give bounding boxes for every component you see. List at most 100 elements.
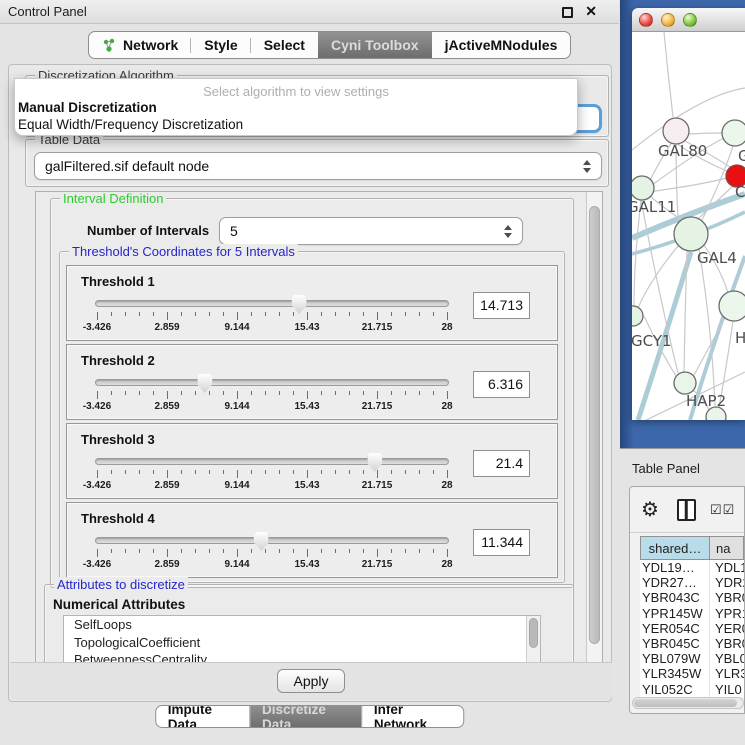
table-row[interactable]: YIL052CYIL0 [640,682,744,697]
slider-track[interactable] [95,379,449,386]
algorithm-option-equal-width[interactable]: Equal Width/Frequency Discretization [15,116,577,133]
threshold-value-field[interactable]: 14.713 [473,292,530,319]
tick-mark [391,549,392,553]
tick-mark [447,470,448,478]
tick-mark [405,312,406,316]
float-window-icon[interactable] [562,7,573,18]
node-partial-g[interactable] [722,120,745,146]
cell-shared-name[interactable]: YBL079W [640,651,710,666]
tick-mark [405,470,406,474]
cell-shared-name[interactable]: YBR043C [640,590,710,605]
table-row[interactable]: YLR345WYLR3 [640,666,744,681]
cell-name[interactable]: YBR0 [710,636,744,651]
tab-select[interactable]: Select [251,32,318,58]
cell-name[interactable]: YDR2 [710,575,744,590]
cell-name[interactable]: YPR1 [710,606,744,621]
cell-shared-name[interactable]: YDL19… [640,560,710,575]
tick-mark [153,549,154,553]
table-row[interactable]: YBR043CYBR0 [640,590,744,605]
zoom-traffic-light-icon[interactable] [683,13,697,27]
threshold-slider[interactable]: -3.4262.8599.14415.4321.71528 [95,298,449,338]
close-traffic-light-icon[interactable] [639,13,653,27]
cell-name[interactable]: YDL1 [710,560,744,575]
tab-infer-network[interactable]: Infer Network [361,706,463,727]
gear-icon[interactable]: ⚙ [641,497,659,522]
node-gal80[interactable] [663,118,689,144]
numerical-attributes-list[interactable]: SelfLoopsTopologicalCoefficientBetweenne… [63,615,541,665]
cell-name[interactable]: YER0 [710,621,744,636]
table-row[interactable]: YBR045CYBR0 [640,636,744,651]
table-row[interactable]: YDR27…YDR2 [640,575,744,590]
table-row[interactable]: YBL079WYBL0 [640,651,744,666]
column-header-name[interactable]: na [710,536,744,560]
tick-label: 2.859 [154,401,179,412]
column-header-shared-name[interactable]: shared… [640,536,710,560]
checkbox-icons[interactable]: ☑☑ [710,502,735,518]
cell-shared-name[interactable]: YBR045C [640,636,710,651]
attributes-scrollbar[interactable] [526,616,540,665]
network-canvas[interactable]: GAL80 G C GAL11 GAL4 GCY1 H HAP2 [632,32,745,420]
table-horizontal-scrollbar[interactable] [632,697,744,709]
tick-label: 9.144 [224,401,249,412]
table-row[interactable]: YER054CYER0 [640,621,744,636]
tick-mark [181,391,182,395]
tick-label: 15.43 [294,401,319,412]
threshold-value-field[interactable]: 11.344 [473,529,530,556]
settings-scrollbar-thumb[interactable] [589,206,600,644]
cell-shared-name[interactable]: YER054C [640,621,710,636]
tab-network[interactable]: Network [89,32,191,58]
node-gal11[interactable] [632,176,654,200]
node-gal4[interactable] [674,217,708,251]
slider-ticks [97,312,447,321]
cell-name[interactable]: YIL0 [710,682,744,697]
close-icon[interactable]: ✕ [585,3,597,20]
slider-track[interactable] [95,458,449,465]
threshold-slider[interactable]: -3.4262.8599.14415.4321.71528 [95,456,449,496]
tick-mark [139,549,140,553]
threshold-slider[interactable]: -3.4262.8599.14415.4321.71528 [95,377,449,417]
table-hscrollbar-thumb[interactable] [634,699,737,707]
threshold-value-field[interactable]: 21.4 [473,450,530,477]
settings-vertical-scrollbar[interactable] [586,192,602,664]
tick-mark [139,312,140,316]
cell-shared-name[interactable]: YPR145W [640,606,710,621]
threshold-value-field[interactable]: 6.316 [473,371,530,398]
algorithm-option-manual[interactable]: Manual Discretization [15,99,577,116]
table-data-combobox[interactable]: galFiltered.sif default node [34,152,602,180]
cell-name[interactable]: YLR3 [710,666,744,681]
numerical-attribute-item[interactable]: TopologicalCoefficient [64,634,540,652]
tab-impute-data[interactable]: Impute Data [156,706,249,727]
interval-definition-group-label: Interval Definition [60,191,166,206]
tick-mark [433,391,434,395]
tab-jactivemnodules[interactable]: jActiveMNodules [432,32,571,58]
columns-icon[interactable] [677,499,696,521]
node-hap2[interactable] [674,372,696,394]
slider-ticks [97,391,447,400]
cell-shared-name[interactable]: YDR27… [640,575,710,590]
table-row[interactable]: YPR145WYPR1 [640,606,744,621]
cell-shared-name[interactable]: YIL052C [640,682,710,697]
tab-style[interactable]: Style [191,32,250,58]
tick-mark [307,391,308,399]
minimize-traffic-light-icon[interactable] [661,13,675,27]
node-gcy1[interactable] [632,306,643,326]
cell-name[interactable]: YBL0 [710,651,744,666]
table-row[interactable]: YDL19…YDL1 [640,560,744,575]
cell-name[interactable]: YBR0 [710,590,744,605]
tick-mark [321,312,322,316]
combobox-stepper-icon [504,225,512,238]
tab-cyni-toolbox[interactable]: Cyni Toolbox [318,32,432,58]
apply-button[interactable]: Apply [277,669,345,693]
numerical-attribute-item[interactable]: SelfLoops [64,616,540,634]
cell-shared-name[interactable]: YLR345W [640,666,710,681]
attributes-scrollbar-thumb[interactable] [529,618,538,648]
threshold-slider[interactable]: -3.4262.8599.14415.4321.71528 [95,535,449,575]
tick-mark [447,549,448,557]
tab-discretize-data[interactable]: Discretize Data [249,706,361,727]
slider-track[interactable] [95,300,449,307]
number-of-intervals-combobox[interactable]: 5 [219,217,523,245]
table-data-combobox-value: galFiltered.sif default node [45,158,209,174]
node-partial-h[interactable] [719,291,745,321]
tick-mark [265,549,266,553]
slider-track[interactable] [95,537,449,544]
